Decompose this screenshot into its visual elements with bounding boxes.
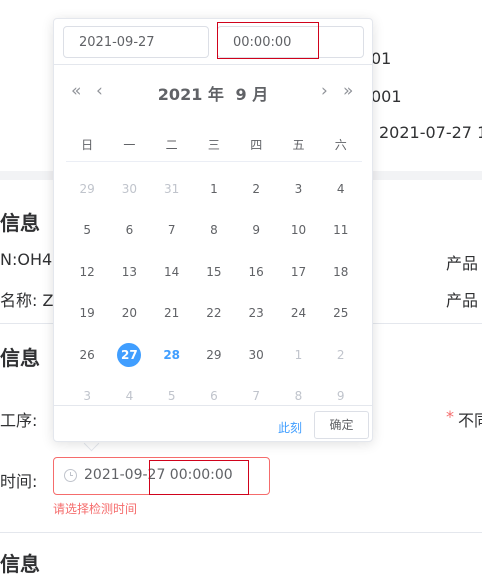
next-year-button[interactable]: » bbox=[343, 81, 353, 101]
weekday-label: 一 bbox=[123, 138, 136, 152]
calendar-grid: 29 30 31 1 2 3 4 5 6 7 8 9 10 11 12 13 1… bbox=[66, 168, 362, 417]
day-cell[interactable]: 3 bbox=[66, 389, 108, 403]
time-label: 时间: bbox=[0, 472, 38, 491]
weekday-label: 六 bbox=[334, 138, 347, 152]
weekday-label: 日 bbox=[81, 138, 94, 152]
weekday-label: 四 bbox=[250, 138, 263, 152]
weekday-header: 日 一 二 三 四 五 六 bbox=[66, 136, 362, 153]
year-label[interactable]: 2021 年 bbox=[158, 85, 224, 104]
calendar-week-row: 29 30 31 1 2 3 4 bbox=[66, 168, 362, 210]
selected-day-cell[interactable]: 27 bbox=[108, 342, 150, 367]
info-value-1: 01 bbox=[371, 49, 392, 68]
day-cell[interactable]: 5 bbox=[66, 223, 108, 237]
divider bbox=[54, 405, 372, 406]
not-same-label: 不同 bbox=[458, 411, 482, 430]
day-cell[interactable]: 25 bbox=[320, 306, 362, 320]
day-cell[interactable]: 11 bbox=[320, 223, 362, 237]
day-cell[interactable]: 22 bbox=[193, 306, 235, 320]
calendar-week-row: 5 6 7 8 9 10 11 bbox=[66, 210, 362, 252]
day-cell[interactable]: 19 bbox=[66, 306, 108, 320]
info-value-2: 001 bbox=[371, 87, 402, 106]
day-cell[interactable]: 14 bbox=[151, 265, 193, 279]
required-mark: * bbox=[446, 407, 454, 426]
today-day-cell[interactable]: 28 bbox=[151, 348, 193, 362]
day-cell[interactable]: 10 bbox=[277, 223, 319, 237]
product-label-2: 产品 bbox=[446, 291, 479, 310]
section-title-1: 信息 bbox=[0, 211, 40, 235]
day-cell[interactable]: 9 bbox=[320, 389, 362, 403]
calendar-week-row: 12 13 14 15 16 17 18 bbox=[66, 251, 362, 293]
day-cell[interactable]: 1 bbox=[193, 182, 235, 196]
day-cell[interactable]: 17 bbox=[277, 265, 319, 279]
day-cell[interactable]: 8 bbox=[277, 389, 319, 403]
day-cell[interactable]: 31 bbox=[151, 182, 193, 196]
day-cell[interactable]: 23 bbox=[235, 306, 277, 320]
name-field: 名称: Z bbox=[0, 291, 54, 310]
divider bbox=[66, 161, 362, 162]
day-cell[interactable]: 2 bbox=[235, 182, 277, 196]
section-title-2: 信息 bbox=[0, 346, 40, 370]
picker-date-input[interactable]: 2021-09-27 bbox=[63, 26, 209, 58]
day-cell[interactable]: 7 bbox=[151, 223, 193, 237]
day-cell[interactable]: 20 bbox=[108, 306, 150, 320]
day-cell[interactable]: 30 bbox=[235, 348, 277, 362]
weekday-label: 二 bbox=[165, 138, 178, 152]
day-cell[interactable]: 12 bbox=[66, 265, 108, 279]
day-cell[interactable]: 4 bbox=[108, 389, 150, 403]
weekday-label: 五 bbox=[292, 138, 305, 152]
day-cell[interactable]: 7 bbox=[235, 389, 277, 403]
divider bbox=[54, 64, 372, 65]
error-message: 请选择检测时间 bbox=[53, 502, 138, 516]
calendar-week-row: 19 20 21 22 23 24 25 bbox=[66, 293, 362, 335]
product-label-1: 产品 bbox=[446, 254, 479, 273]
day-cell[interactable]: 8 bbox=[193, 223, 235, 237]
confirm-button[interactable]: 确定 bbox=[314, 411, 369, 439]
section-title-3: 信息 bbox=[0, 552, 40, 576]
process-label: 工序: bbox=[0, 411, 38, 430]
day-cell[interactable]: 29 bbox=[66, 182, 108, 196]
day-cell[interactable]: 6 bbox=[108, 223, 150, 237]
day-cell[interactable]: 3 bbox=[277, 182, 319, 196]
day-cell[interactable]: 16 bbox=[235, 265, 277, 279]
day-cell[interactable]: 24 bbox=[277, 306, 319, 320]
day-cell[interactable]: 26 bbox=[66, 348, 108, 362]
day-cell[interactable]: 1 bbox=[277, 348, 319, 362]
now-button[interactable]: 此刻 bbox=[278, 419, 302, 436]
day-cell[interactable]: 6 bbox=[193, 389, 235, 403]
day-cell[interactable]: 18 bbox=[320, 265, 362, 279]
calendar-week-row: 26 27 28 29 30 1 2 bbox=[66, 334, 362, 376]
day-cell[interactable]: 5 bbox=[151, 389, 193, 403]
info-date-value: 2021-07-27 1 bbox=[379, 123, 482, 142]
clock-icon bbox=[64, 469, 77, 482]
day-cell[interactable]: 2 bbox=[320, 348, 362, 362]
month-label[interactable]: 9 月 bbox=[235, 85, 268, 104]
time-highlight-box bbox=[217, 22, 319, 59]
day-cell[interactable]: 30 bbox=[108, 182, 150, 196]
day-cell[interactable]: 13 bbox=[108, 265, 150, 279]
day-cell[interactable]: 29 bbox=[193, 348, 235, 362]
day-cell[interactable]: 15 bbox=[193, 265, 235, 279]
code-field: N:OH4 bbox=[0, 250, 53, 269]
time-highlight-box bbox=[149, 460, 249, 495]
day-cell[interactable]: 9 bbox=[235, 223, 277, 237]
weekday-label: 三 bbox=[207, 138, 220, 152]
divider bbox=[0, 532, 482, 533]
day-cell[interactable]: 21 bbox=[151, 306, 193, 320]
next-month-button[interactable]: › bbox=[321, 81, 328, 101]
datetime-picker-panel: 2021-09-27 00:00:00 « ‹ 2021 年 9 月 › » 日… bbox=[53, 18, 373, 442]
day-cell[interactable]: 4 bbox=[320, 182, 362, 196]
